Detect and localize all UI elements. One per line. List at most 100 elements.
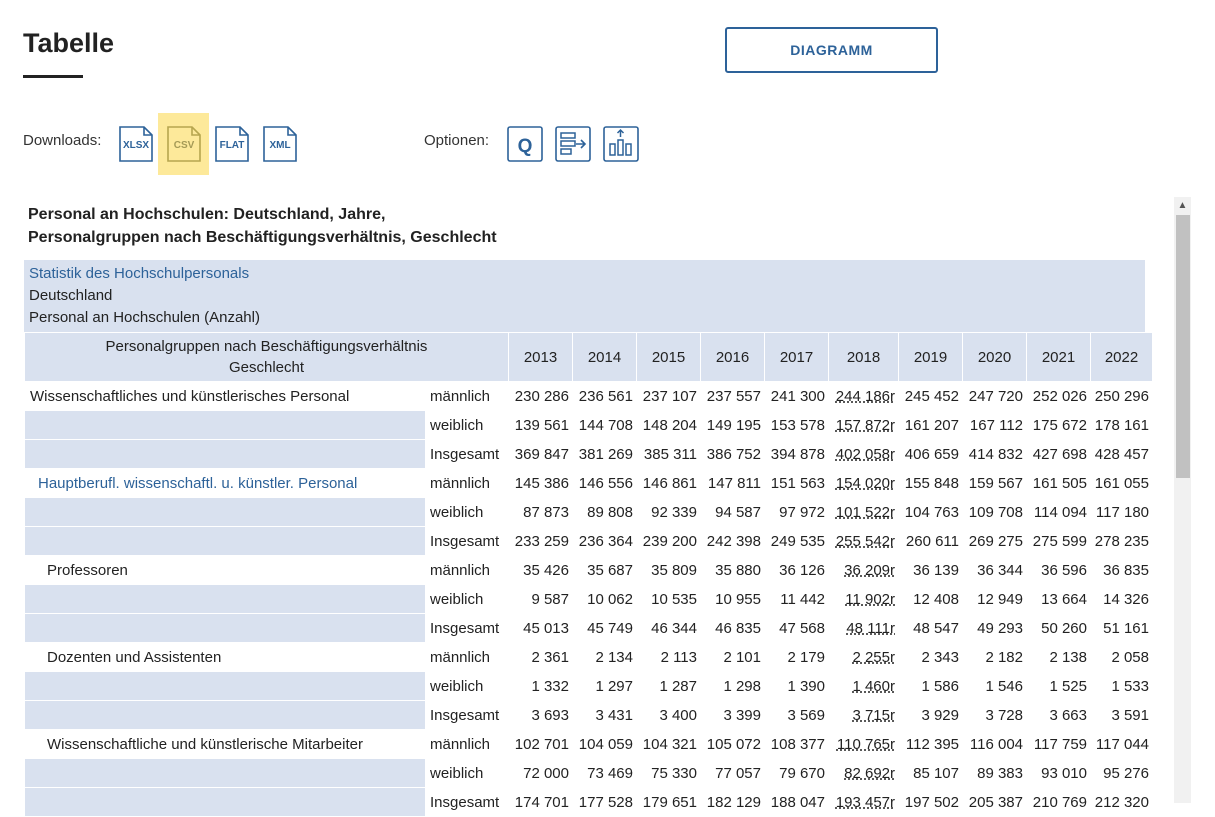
value-cell: 101 522r — [828, 497, 899, 527]
value-cell: 1 287 — [636, 671, 701, 701]
table-row: weiblich 87 873 89 808 92 339 94 587 97 972 10… — [24, 497, 1153, 527]
row-header-line2: Geschlecht — [228, 359, 305, 376]
value-cell: 260 611 — [898, 526, 963, 556]
value-cell: 112 395 — [898, 729, 963, 759]
value-cell: 161 207 — [898, 410, 963, 440]
row-group-label[interactable] — [24, 526, 426, 556]
value-cell: 12 949 — [962, 584, 1027, 614]
value-cell: 230 286 — [508, 381, 573, 411]
meta-source-link[interactable]: Statistik des Hochschulpersonals — [29, 263, 1140, 285]
row-gender-label: weiblich — [425, 758, 509, 788]
value-cell: 174 701 — [508, 787, 573, 817]
value-cell: 212 320 — [1090, 787, 1153, 817]
downloads-label: Downloads: — [23, 132, 102, 149]
value-cell: 3 693 — [508, 700, 573, 730]
row-group-label — [24, 787, 426, 817]
page-title: Tabelle — [23, 28, 115, 58]
value-cell: 146 861 — [636, 468, 701, 498]
xml-download-icon[interactable]: XML — [262, 126, 298, 162]
row-group-label — [24, 584, 426, 614]
value-cell: 159 567 — [962, 468, 1027, 498]
value-cell: 244 186r — [828, 381, 899, 411]
table-title: Personal an Hochschulen: Deutschland, Ja… — [28, 203, 497, 249]
row-group-label[interactable] — [24, 497, 426, 527]
row-gender-label: Insgesamt — [425, 439, 509, 469]
value-cell: 3 569 — [764, 700, 829, 730]
value-cell: 104 321 — [636, 729, 701, 759]
row-gender-label: männlich — [425, 729, 509, 759]
value-cell: 2 361 — [508, 642, 573, 672]
value-cell: 35 426 — [508, 555, 573, 585]
query-option-label: Q — [518, 136, 533, 157]
row-gender-label: Insgesamt — [425, 526, 509, 556]
table-row: Insgesamt 369 847 381 269 385 311 386 752 394… — [24, 439, 1153, 469]
value-cell: 36 596 — [1026, 555, 1091, 585]
flat-download-icon[interactable]: FLAT — [214, 126, 250, 162]
row-group-label: Dozenten und Assistenten — [24, 642, 426, 672]
value-cell: 1 546 — [962, 671, 1027, 701]
row-group-label — [24, 410, 426, 440]
value-cell: 145 386 — [508, 468, 573, 498]
year-header: 2022 — [1090, 332, 1153, 382]
value-cell: 188 047 — [764, 787, 829, 817]
row-gender-label: weiblich — [425, 584, 509, 614]
value-cell: 154 020r — [828, 468, 899, 498]
row-gender-label: männlich — [425, 642, 509, 672]
query-option-icon[interactable]: Q — [507, 126, 543, 162]
value-cell: 35 880 — [700, 555, 765, 585]
value-cell: 3 715r — [828, 700, 899, 730]
scroll-up-arrow-icon[interactable]: ▲ — [1174, 197, 1191, 214]
value-cell: 105 072 — [700, 729, 765, 759]
value-cell: 2 138 — [1026, 642, 1091, 672]
diagram-button[interactable]: DIAGRAMM — [725, 27, 938, 73]
year-header: 2014 — [572, 332, 637, 382]
value-cell: 92 339 — [636, 497, 701, 527]
value-cell: 95 276 — [1090, 758, 1153, 788]
value-cell: 237 107 — [636, 381, 701, 411]
table-title-line1: Personal an Hochschulen: Deutschland, Ja… — [28, 206, 386, 223]
value-cell: 237 557 — [700, 381, 765, 411]
row-gender-label: weiblich — [425, 671, 509, 701]
value-cell: 45 749 — [572, 613, 637, 643]
value-cell: 36 209r — [828, 555, 899, 585]
value-cell: 245 452 — [898, 381, 963, 411]
value-cell: 48 111r — [828, 613, 899, 643]
value-cell: 210 769 — [1026, 787, 1091, 817]
table-meta: Statistik des Hochschulpersonals Deutsch… — [24, 260, 1145, 332]
value-cell: 9 587 — [508, 584, 573, 614]
value-cell: 1 460r — [828, 671, 899, 701]
value-cell: 402 058r — [828, 439, 899, 469]
value-cell: 73 469 — [572, 758, 637, 788]
value-cell: 249 535 — [764, 526, 829, 556]
value-cell: 117 759 — [1026, 729, 1091, 759]
value-cell: 2 179 — [764, 642, 829, 672]
table-row: Insgesamt 45 013 45 749 46 344 46 835 47 568 4… — [24, 613, 1153, 643]
row-group-label[interactable]: Hauptberufl. wissenschaftl. u. künstler.… — [24, 468, 426, 498]
value-cell: 3 728 — [962, 700, 1027, 730]
value-cell: 2 058 — [1090, 642, 1153, 672]
table-row: Hauptberufl. wissenschaftl. u. künstler.… — [24, 468, 1153, 498]
value-cell: 236 364 — [572, 526, 637, 556]
value-cell: 414 832 — [962, 439, 1027, 469]
xlsx-download-icon[interactable]: XLSX — [118, 126, 154, 162]
value-cell: 250 296 — [1090, 381, 1153, 411]
value-cell: 3 431 — [572, 700, 637, 730]
value-cell: 1 533 — [1090, 671, 1153, 701]
pivot-option-icon[interactable] — [555, 126, 591, 162]
meta-measure: Personal an Hochschulen (Anzahl) — [29, 309, 260, 326]
value-cell: 247 720 — [962, 381, 1027, 411]
csv-download-icon[interactable]: CSV — [166, 126, 202, 162]
value-cell: 1 332 — [508, 671, 573, 701]
value-cell: 2 182 — [962, 642, 1027, 672]
value-cell: 1 525 — [1026, 671, 1091, 701]
scrollbar-thumb[interactable] — [1176, 215, 1190, 478]
value-cell: 116 004 — [962, 729, 1027, 759]
value-cell: 406 659 — [898, 439, 963, 469]
row-group-label: Wissenschaftliche und künstlerische Mita… — [24, 729, 426, 759]
chart-option-icon[interactable] — [603, 126, 639, 162]
value-cell: 3 591 — [1090, 700, 1153, 730]
data-table: Personalgruppen nach Beschäftigungsverhä… — [24, 332, 1153, 817]
value-cell: 182 129 — [700, 787, 765, 817]
table-row: Professoren männlich 35 426 35 687 35 809 35 … — [24, 555, 1153, 585]
row-group-label — [24, 613, 426, 643]
